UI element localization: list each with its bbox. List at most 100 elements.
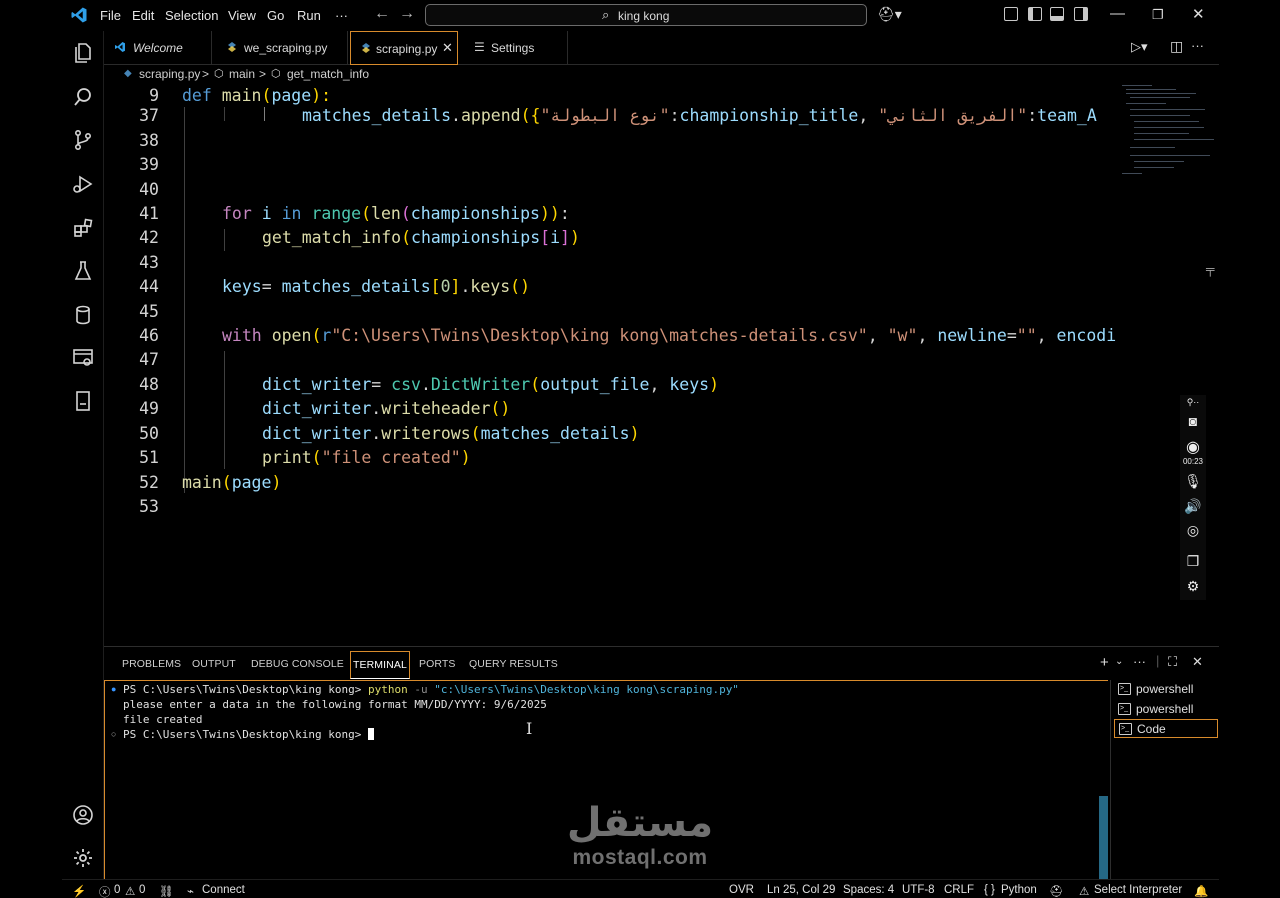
toggle-secondary-sidebar-icon[interactable]	[1074, 7, 1088, 21]
language-braces-icon: { }	[984, 884, 995, 896]
vscode-logo-icon	[115, 42, 125, 52]
window-icon[interactable]: ❐	[1184, 553, 1202, 571]
search-icon[interactable]	[71, 85, 95, 109]
layout-customize-icon[interactable]	[1004, 7, 1018, 21]
menu-selection[interactable]: Selection	[165, 8, 218, 23]
token: def	[182, 86, 212, 105]
account-icon[interactable]	[71, 803, 95, 827]
file-encoding[interactable]: UTF-8	[902, 884, 935, 896]
connect-icon[interactable]: ⌁	[187, 884, 194, 898]
cursor-position[interactable]: Ln 25, Col 29	[767, 884, 835, 896]
more-icon[interactable]: ···	[1133, 654, 1146, 669]
tab-close-icon[interactable]: ✕	[442, 40, 453, 56]
manage-gear-icon[interactable]	[71, 846, 95, 870]
chevron-down-icon[interactable]: ⌄	[1115, 656, 1123, 667]
menu-go[interactable]: Go	[267, 8, 284, 23]
code-line-41: for i in range(len(championships)):	[222, 204, 570, 223]
toggle-sidebar-icon[interactable]	[1028, 7, 1042, 21]
forward-arrow-icon[interactable]: →	[399, 5, 415, 23]
breadcrumb-get-match-info[interactable]: get_match_info	[287, 67, 369, 81]
tab-settings[interactable]: ☰ Settings	[460, 31, 568, 65]
line-number: 45	[139, 302, 159, 321]
close-icon[interactable]: ✕	[1192, 5, 1205, 23]
token: append	[460, 106, 521, 125]
notifications-bell-icon[interactable]: 🔔	[1194, 884, 1208, 898]
explorer-icon[interactable]	[71, 41, 95, 65]
warning-count[interactable]: 0	[139, 884, 145, 896]
connect-label[interactable]: Connect	[202, 884, 245, 896]
token: in	[281, 204, 302, 223]
divider: |	[1156, 653, 1160, 668]
terminal-item-powershell[interactable]: >_ powershell	[1114, 680, 1218, 699]
error-count[interactable]: 0	[114, 884, 120, 896]
token: (	[530, 375, 541, 394]
more-actions-icon[interactable]: ···	[1191, 38, 1204, 53]
database-icon[interactable]	[71, 303, 95, 327]
microphone-icon[interactable]: 🎙	[1184, 473, 1202, 491]
token: DictWriter	[430, 375, 531, 394]
menu-file[interactable]: File	[100, 8, 121, 23]
menu-run[interactable]: Run	[297, 8, 321, 23]
panel-tab-output[interactable]: OUTPUT	[192, 658, 236, 670]
remote-icon[interactable]: ⚡	[72, 884, 86, 898]
select-interpreter[interactable]: Select Interpreter	[1094, 884, 1182, 896]
notebook-icon[interactable]	[71, 389, 95, 413]
panel-tab-problems[interactable]: PROBLEMS	[122, 658, 181, 670]
tab-welcome[interactable]: Welcome	[104, 31, 212, 65]
errors-icon[interactable]: ⓧ	[99, 884, 111, 898]
speaker-icon[interactable]: 🔊	[1184, 498, 1202, 516]
maximize-panel-icon[interactable]: ⛶	[1168, 654, 1177, 670]
code-line-51: print("file created")	[262, 448, 471, 467]
close-panel-icon[interactable]: ✕	[1192, 654, 1203, 670]
breadcrumb-file[interactable]: scraping.py	[139, 67, 200, 81]
run-python-icon[interactable]: ▷▾	[1131, 39, 1148, 55]
token: main	[221, 86, 262, 105]
menu-edit[interactable]: Edit	[132, 8, 154, 23]
copilot-icon[interactable]: ⛑▾	[877, 6, 902, 23]
line-number: 48	[139, 375, 159, 394]
indent-guide	[224, 107, 225, 121]
source-control-icon[interactable]	[71, 128, 95, 152]
python-icon	[362, 43, 370, 53]
panel-tab-terminal[interactable]: TERMINAL	[350, 651, 410, 679]
back-arrow-icon[interactable]: ←	[374, 5, 390, 23]
panel-tab-ports[interactable]: PORTS	[419, 658, 455, 670]
tab-we-scraping[interactable]: we_scraping.py	[212, 31, 348, 65]
warning-icon[interactable]: ⚠	[125, 884, 135, 898]
split-editor-icon[interactable]: ◫	[1170, 38, 1183, 55]
menu-view[interactable]: View	[228, 8, 256, 23]
command-center-search[interactable]: ⌕ king kong	[425, 4, 867, 26]
camera-icon[interactable]: ◙	[1184, 413, 1202, 431]
gear-icon[interactable]: ⚙	[1184, 578, 1202, 596]
extensions-icon[interactable]	[71, 216, 95, 240]
remote-explorer-icon[interactable]	[71, 346, 95, 370]
tab-scraping[interactable]: scraping.py ✕	[350, 31, 458, 65]
terminal-item-powershell[interactable]: >_ powershell	[1114, 700, 1218, 719]
terminal-item-code[interactable]: >_ Code	[1114, 719, 1218, 738]
menu-more[interactable]: ···	[335, 8, 348, 23]
ovr-indicator[interactable]: OVR	[729, 884, 754, 896]
new-terminal-icon[interactable]: +	[1100, 654, 1109, 671]
search-text: king kong	[618, 9, 670, 23]
language-mode[interactable]: Python	[1001, 884, 1037, 896]
minimize-icon[interactable]: —	[1110, 5, 1125, 22]
cube-icon: ⬡	[214, 68, 224, 80]
breadcrumb-main[interactable]: main	[229, 67, 255, 81]
end-of-line[interactable]: CRLF	[944, 884, 974, 896]
testing-flask-icon[interactable]	[71, 259, 95, 283]
indentation[interactable]: Spaces: 4	[843, 884, 894, 896]
webcam-icon[interactable]: ◎	[1184, 522, 1202, 540]
panel-tab-debug-console[interactable]: DEBUG CONSOLE	[251, 658, 344, 670]
token: i	[550, 228, 561, 247]
command-pending-icon: ○	[111, 729, 117, 739]
code-editor[interactable]: 9 37 38 39 40 41 42 43 44 45 46 47 48 49…	[104, 83, 1208, 646]
run-debug-icon[interactable]	[71, 172, 95, 196]
toggle-panel-icon[interactable]	[1050, 7, 1064, 21]
restore-icon[interactable]: ❐	[1152, 7, 1164, 23]
ports-icon[interactable]: ⛓	[159, 884, 174, 898]
panel-tab-query-results[interactable]: QUERY RESULTS	[469, 658, 558, 670]
copilot-icon[interactable]: ⛑	[1049, 884, 1064, 898]
record-icon[interactable]: ◉	[1184, 437, 1202, 456]
minimap[interactable]	[1120, 83, 1214, 183]
